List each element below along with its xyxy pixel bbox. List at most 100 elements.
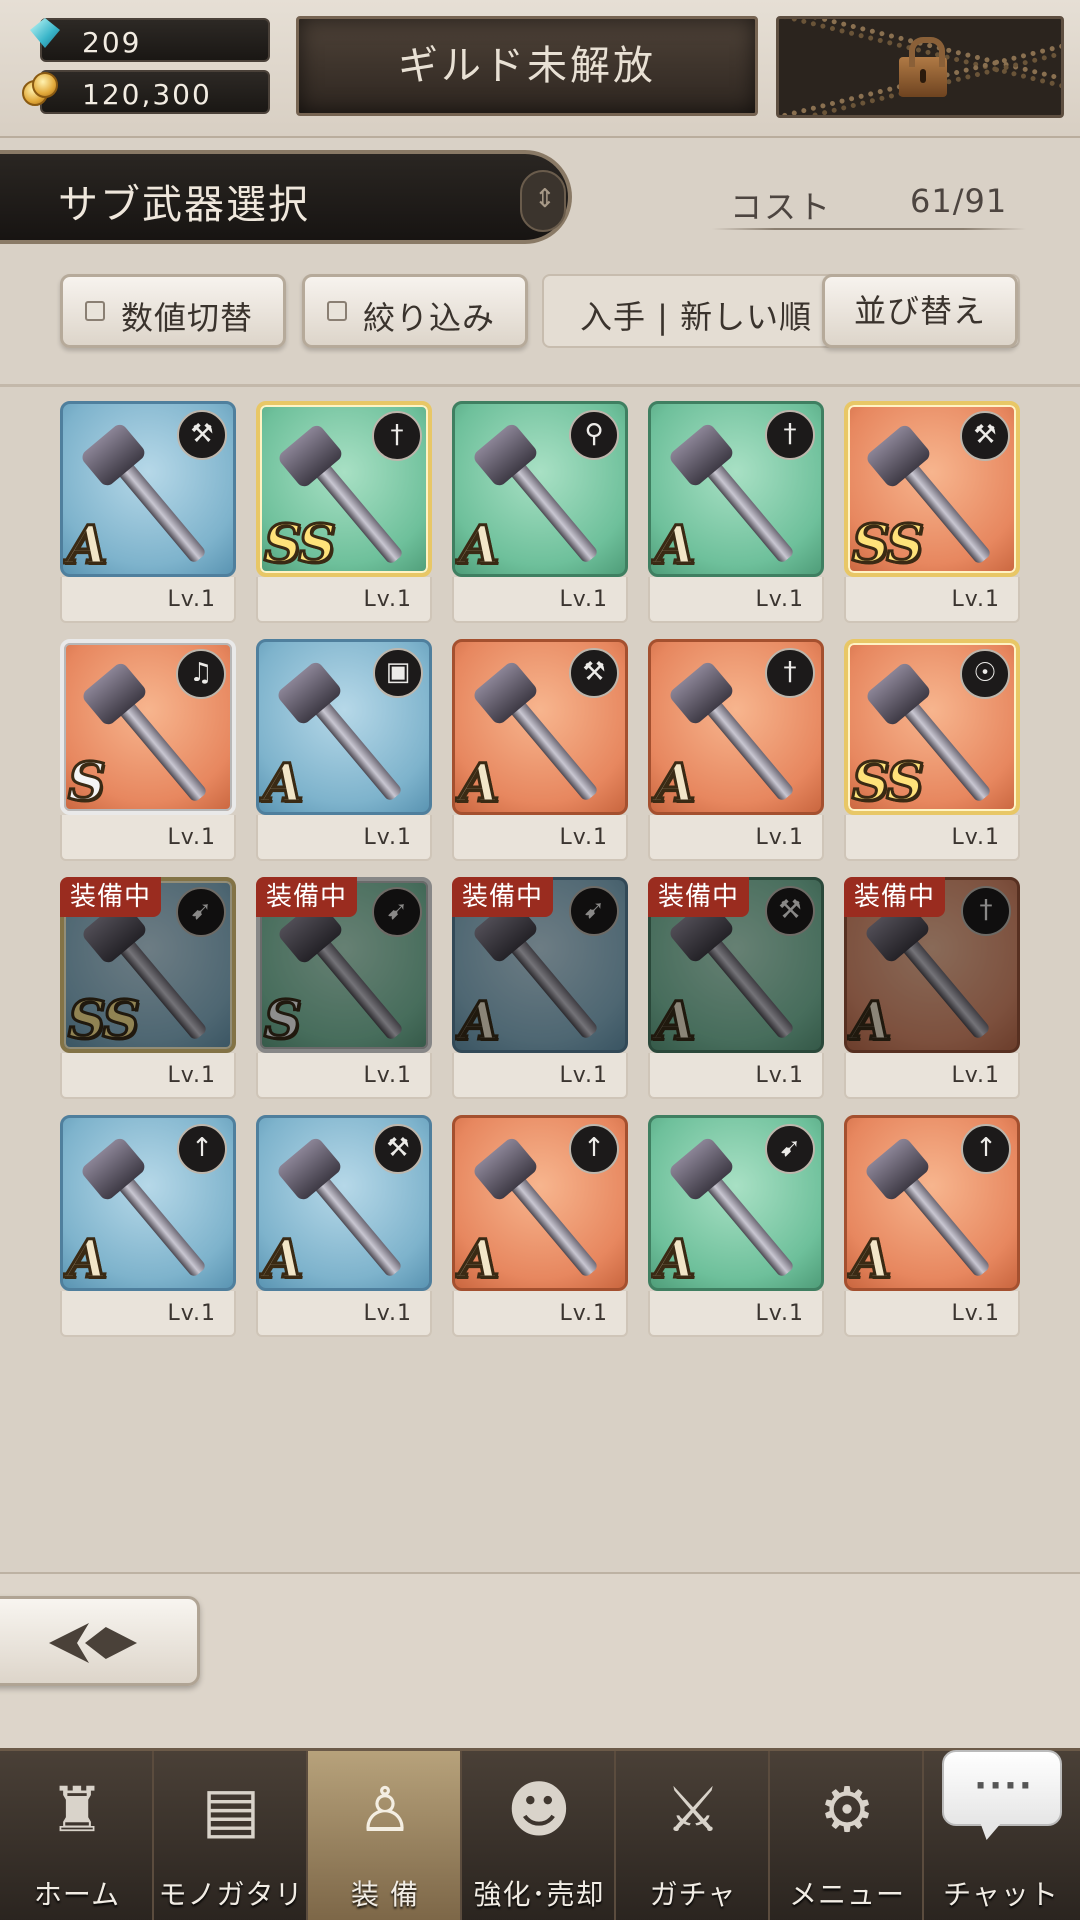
sword-icon: † <box>372 411 422 461</box>
rank-label: A <box>457 514 500 576</box>
level-text: Lv.1 <box>755 825 804 850</box>
weapon-card[interactable]: ➹ S 装備中 Lv.1 <box>256 877 432 1099</box>
guild-button[interactable]: ギルド未解放 <box>296 16 758 116</box>
rank-label: SS <box>851 751 926 813</box>
level-text: Lv.1 <box>363 1063 412 1088</box>
level-text: Lv.1 <box>363 587 412 612</box>
level-text: Lv.1 <box>363 1301 412 1326</box>
weapon-card[interactable]: ⚒ A Lv.1 <box>452 639 628 861</box>
level-bar: Lv.1 <box>844 1291 1020 1337</box>
coin-icon <box>22 72 62 108</box>
weapon-card[interactable]: † A Lv.1 <box>648 639 824 861</box>
weapon-card[interactable]: † A 装備中 Lv.1 <box>844 877 1020 1099</box>
rank-label: A <box>457 990 500 1052</box>
book-icon: ▣ <box>373 648 423 698</box>
weapon-card[interactable]: † SS Lv.1 <box>256 401 432 623</box>
value-toggle-button[interactable]: 数値切替 <box>60 274 286 348</box>
cost-value: 61/91 <box>910 182 1008 220</box>
weapon-art: † A <box>648 639 824 815</box>
weapon-card[interactable]: ↑ A Lv.1 <box>60 1115 236 1337</box>
bow-icon: ➹ <box>765 1124 815 1174</box>
weapon-card[interactable]: ⚲ A Lv.1 <box>452 401 628 623</box>
nav-enhance[interactable]: ☻ 強化･売却 <box>462 1751 616 1920</box>
weapon-card[interactable]: ➹ A Lv.1 <box>648 1115 824 1337</box>
weapon-card[interactable]: ↑ A Lv.1 <box>844 1115 1020 1337</box>
weapon-card[interactable]: ⚒ SS Lv.1 <box>844 401 1020 623</box>
weapon-card[interactable]: ➹ SS 装備中 Lv.1 <box>60 877 236 1099</box>
harp-icon: ♫ <box>176 649 226 699</box>
sword-icon: † <box>765 410 815 460</box>
mask-icon: ☻ <box>506 1773 572 1846</box>
value-toggle-label: 数値切替 <box>121 299 254 337</box>
rank-label: A <box>457 1228 500 1290</box>
nav-home[interactable]: ♜ ホーム <box>0 1751 154 1920</box>
hammer-icon: ⚒ <box>765 886 815 936</box>
sword-icon: † <box>765 648 815 698</box>
level-text: Lv.1 <box>363 825 412 850</box>
rank-label: SS <box>67 989 142 1051</box>
weapon-card[interactable]: ➹ A 装備中 Lv.1 <box>452 877 628 1099</box>
nav-equip[interactable]: ♙ 装 備 <box>308 1751 462 1920</box>
rank-label: A <box>457 752 500 814</box>
weapon-card[interactable]: ⚒ A 装備中 Lv.1 <box>648 877 824 1099</box>
bow-icon: ➹ <box>372 887 422 937</box>
level-text: Lv.1 <box>167 587 216 612</box>
level-bar: Lv.1 <box>256 1053 432 1099</box>
spear-icon: ↑ <box>177 1124 227 1174</box>
weapon-card[interactable]: ♫ S Lv.1 <box>60 639 236 861</box>
weapon-art: ➹ A <box>648 1115 824 1291</box>
rank-label: S <box>263 989 304 1051</box>
sort-emblem-icon <box>520 170 566 232</box>
level-text: Lv.1 <box>167 1301 216 1326</box>
hammer-icon: ⚒ <box>177 410 227 460</box>
puppet-icon: ♙ <box>357 1773 413 1846</box>
coin-count: 120,300 <box>82 78 212 111</box>
weapon-art: ♫ S <box>60 639 236 815</box>
weapon-card[interactable]: ☉ SS Lv.1 <box>844 639 1020 861</box>
equipped-badge: 装備中 <box>844 877 946 917</box>
cost-label: コスト <box>730 188 833 226</box>
sort-button[interactable]: 並び替え <box>822 274 1018 348</box>
level-bar: Lv.1 <box>452 1291 628 1337</box>
back-button[interactable] <box>0 1596 200 1686</box>
crossed-swords-icon: ⚔ <box>665 1773 721 1846</box>
level-text: Lv.1 <box>951 1063 1000 1088</box>
rank-label: A <box>65 1228 108 1290</box>
spear-icon: ↑ <box>961 1124 1011 1174</box>
weapon-art: ↑ A <box>60 1115 236 1291</box>
filter-button[interactable]: 絞り込み <box>302 274 528 348</box>
weapon-art: ⚒ A <box>60 401 236 577</box>
back-arrow-icon <box>49 1619 149 1667</box>
nav-enhance-label: 強化･売却 <box>473 1878 605 1911</box>
equipped-badge: 装備中 <box>452 877 554 917</box>
checkbox-icon <box>327 301 347 321</box>
level-text: Lv.1 <box>755 1301 804 1326</box>
rank-label: A <box>849 1228 892 1290</box>
nav-story[interactable]: ▤ モノガタリ <box>154 1751 308 1920</box>
staff-icon: ⚲ <box>569 410 619 460</box>
level-bar: Lv.1 <box>60 815 236 861</box>
locked-feature[interactable] <box>776 16 1064 118</box>
nav-gacha[interactable]: ⚔ ガチャ <box>616 1751 770 1920</box>
sort-order-text: 入手 | 新しい順 <box>580 298 813 336</box>
level-text: Lv.1 <box>559 1301 608 1326</box>
level-bar: Lv.1 <box>452 815 628 861</box>
weapon-card[interactable]: ↑ A Lv.1 <box>452 1115 628 1337</box>
rank-label: A <box>849 990 892 1052</box>
nav-menu[interactable]: ⚙ メニュー <box>770 1751 924 1920</box>
weapon-card[interactable]: ⚒ A Lv.1 <box>256 1115 432 1337</box>
castle-icon: ♜ <box>49 1773 105 1846</box>
weapon-card[interactable]: † A Lv.1 <box>648 401 824 623</box>
rank-label: A <box>653 514 696 576</box>
chat-icon[interactable]: ···· <box>942 1750 1062 1826</box>
rank-label: A <box>261 752 304 814</box>
level-bar: Lv.1 <box>452 577 628 623</box>
level-text: Lv.1 <box>559 1063 608 1088</box>
weapon-card[interactable]: ⚒ A Lv.1 <box>60 401 236 623</box>
level-text: Lv.1 <box>755 1063 804 1088</box>
nav-gacha-label: ガチャ <box>649 1878 737 1911</box>
bow-icon: ➹ <box>176 887 226 937</box>
weapon-card[interactable]: ▣ A Lv.1 <box>256 639 432 861</box>
equipped-badge: 装備中 <box>256 877 358 917</box>
weapon-art: ↑ A <box>844 1115 1020 1291</box>
